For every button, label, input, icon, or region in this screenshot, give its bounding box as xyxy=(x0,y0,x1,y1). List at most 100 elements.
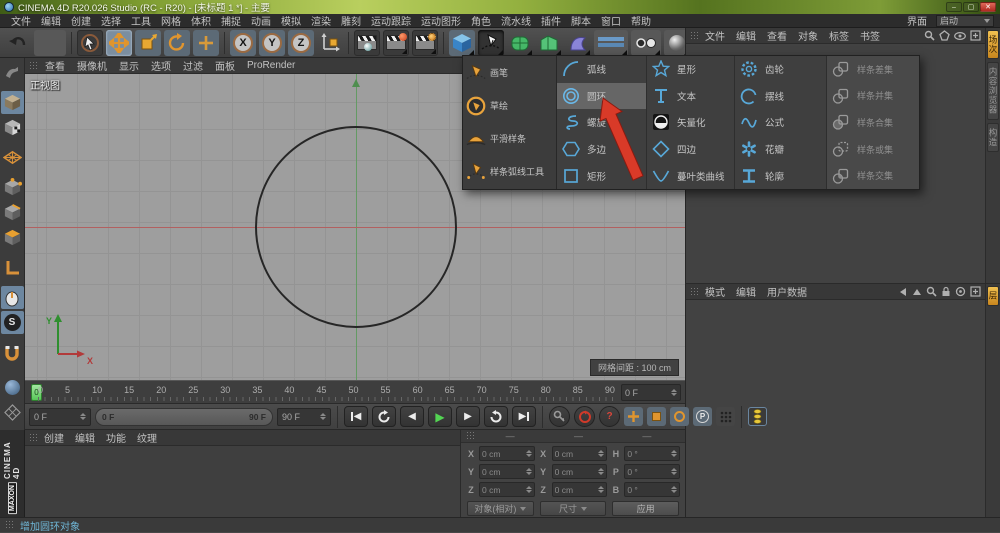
viewport-solo-button[interactable] xyxy=(1,286,24,309)
live-selection-button[interactable] xyxy=(77,30,103,56)
pos-x-field[interactable]: 0 cm xyxy=(479,446,535,461)
size-y-field[interactable]: 0 cm xyxy=(552,464,608,479)
layout-dropdown[interactable]: 启动 xyxy=(936,15,994,27)
panel-handle-icon[interactable] xyxy=(690,31,699,41)
previous-frame-button[interactable]: ◀ xyxy=(400,406,424,427)
menu-animate[interactable]: 动画 xyxy=(246,13,276,28)
deformer-button[interactable] xyxy=(565,30,591,56)
edges-mode-button[interactable] xyxy=(1,201,24,224)
panel-handle-icon[interactable] xyxy=(29,433,38,443)
scale-tool-button[interactable] xyxy=(135,30,161,56)
om-menu-tags[interactable]: 标签 xyxy=(824,28,854,43)
om-menu-objects[interactable]: 对象 xyxy=(793,28,823,43)
last-tool-button[interactable] xyxy=(193,30,219,56)
generator-button[interactable] xyxy=(536,30,562,56)
history-back-icon[interactable] xyxy=(898,287,908,297)
mm-menu-create[interactable]: 创建 xyxy=(39,430,69,445)
add-layer-icon[interactable] xyxy=(970,30,981,41)
record-rotation-button[interactable] xyxy=(670,407,689,426)
axis-y-lock-button[interactable]: Y xyxy=(259,30,285,56)
primitive-cube-button[interactable] xyxy=(449,30,475,56)
menu-pipeline[interactable]: 流水线 xyxy=(496,13,536,28)
workplane-mode-button[interactable] xyxy=(1,146,24,169)
keying-presets-button[interactable] xyxy=(748,407,767,426)
menu-script[interactable]: 脚本 xyxy=(566,13,596,28)
mm-menu-texture[interactable]: 纹理 xyxy=(132,430,162,445)
frame-number-field[interactable]: 0 F xyxy=(29,408,91,426)
minimize-button[interactable]: – xyxy=(946,2,962,12)
left-extra-button-2[interactable] xyxy=(1,401,24,424)
move-tool-button[interactable] xyxy=(106,30,132,56)
om-menu-file[interactable]: 文件 xyxy=(700,28,730,43)
popup-item-profile[interactable]: 轮廓 xyxy=(735,162,826,189)
maximize-button[interactable]: ▢ xyxy=(963,2,979,12)
panel-handle-icon[interactable] xyxy=(690,287,699,297)
search-icon[interactable] xyxy=(926,286,937,297)
menu-render[interactable]: 渲染 xyxy=(306,13,336,28)
mm-menu-function[interactable]: 功能 xyxy=(101,430,131,445)
panel-handle-icon[interactable] xyxy=(466,431,475,441)
menu-character[interactable]: 角色 xyxy=(466,13,496,28)
render-picture-viewer-button[interactable] xyxy=(383,30,409,56)
next-frame-button[interactable]: ▶ xyxy=(456,406,480,427)
menu-plugins[interactable]: 插件 xyxy=(536,13,566,28)
menu-edit[interactable]: 编辑 xyxy=(36,13,66,28)
model-mode-button[interactable] xyxy=(1,91,24,114)
menu-help[interactable]: 帮助 xyxy=(626,13,656,28)
vp-menu-view[interactable]: 查看 xyxy=(40,58,70,73)
axis-x-lock-button[interactable]: X xyxy=(230,30,256,56)
popup-item-spline-intersect[interactable]: 样条交集 xyxy=(827,162,919,189)
popup-item-star[interactable]: 星形 xyxy=(647,56,734,83)
menu-select[interactable]: 选择 xyxy=(96,13,126,28)
menu-mograph[interactable]: 运动图形 xyxy=(416,13,466,28)
add-panel-icon[interactable] xyxy=(970,286,981,297)
search-icon[interactable] xyxy=(924,30,935,41)
previous-key-button[interactable] xyxy=(372,406,396,427)
vp-menu-display[interactable]: 显示 xyxy=(114,58,144,73)
keyframe-selection-button[interactable]: ? xyxy=(599,406,620,427)
popup-item-rectangle[interactable]: 矩形 xyxy=(557,162,646,189)
menu-file[interactable]: 文件 xyxy=(6,13,36,28)
link-icon[interactable] xyxy=(955,286,966,297)
popup-item-helix[interactable]: 螺旋 xyxy=(557,109,646,136)
spinner-icon[interactable] xyxy=(320,413,326,420)
spline-pen-button[interactable] xyxy=(478,30,504,56)
om-menu-edit[interactable]: 编辑 xyxy=(731,28,761,43)
tab-layers[interactable]: 层 xyxy=(987,286,999,306)
left-extra-button-1[interactable] xyxy=(1,376,24,399)
popup-item-arc[interactable]: 弧线 xyxy=(557,56,646,83)
environment-objects-button[interactable] xyxy=(594,30,628,56)
popup-item-cissoid[interactable]: 蔓叶类曲线 xyxy=(647,162,734,189)
popup-item-cycloid[interactable]: 摆线 xyxy=(735,83,826,110)
menu-window[interactable]: 窗口 xyxy=(596,13,626,28)
goto-end-button[interactable]: ▶ xyxy=(512,406,536,427)
popup-item-sketch[interactable]: 草绘 xyxy=(463,89,556,122)
mm-menu-edit[interactable]: 编辑 xyxy=(70,430,100,445)
polygons-mode-button[interactable] xyxy=(1,226,24,249)
menu-sculpt[interactable]: 雕刻 xyxy=(336,13,366,28)
popup-item-cogwheel[interactable]: 齿轮 xyxy=(735,56,826,83)
popup-item-pen[interactable]: 画笔 xyxy=(463,56,556,89)
popup-item-spline-smooth[interactable]: 平滑样条 xyxy=(463,122,556,155)
size-z-field[interactable]: 0 cm xyxy=(552,482,608,497)
spinner-icon[interactable] xyxy=(80,413,86,420)
tab-structure[interactable]: 构造 xyxy=(987,123,999,152)
menu-motion-tracker[interactable]: 运动跟踪 xyxy=(366,13,416,28)
tab-takes[interactable]: 场次 xyxy=(987,30,999,59)
popup-item-4side[interactable]: 四边 xyxy=(647,136,734,163)
timeline-ruler[interactable]: 0 0510 152025 303540 455055 606570 75808… xyxy=(25,380,685,404)
subdivision-surface-button[interactable] xyxy=(507,30,533,56)
size-x-field[interactable]: 0 cm xyxy=(552,446,608,461)
popup-item-spline-subtract[interactable]: 样条合集 xyxy=(827,109,919,136)
vp-menu-filter[interactable]: 过滤 xyxy=(178,58,208,73)
om-menu-view[interactable]: 查看 xyxy=(762,28,792,43)
rotate-tool-button[interactable] xyxy=(164,30,190,56)
goto-start-button[interactable]: ◀ xyxy=(344,406,368,427)
record-scale-button[interactable] xyxy=(647,407,666,426)
quantize-magnet-button[interactable] xyxy=(1,341,24,364)
menu-volume[interactable]: 体积 xyxy=(186,13,216,28)
vp-menu-options[interactable]: 选项 xyxy=(146,58,176,73)
render-view-button[interactable] xyxy=(354,30,380,56)
popup-item-vectorizer[interactable]: 矢量化 xyxy=(647,109,734,136)
menu-create[interactable]: 创建 xyxy=(66,13,96,28)
